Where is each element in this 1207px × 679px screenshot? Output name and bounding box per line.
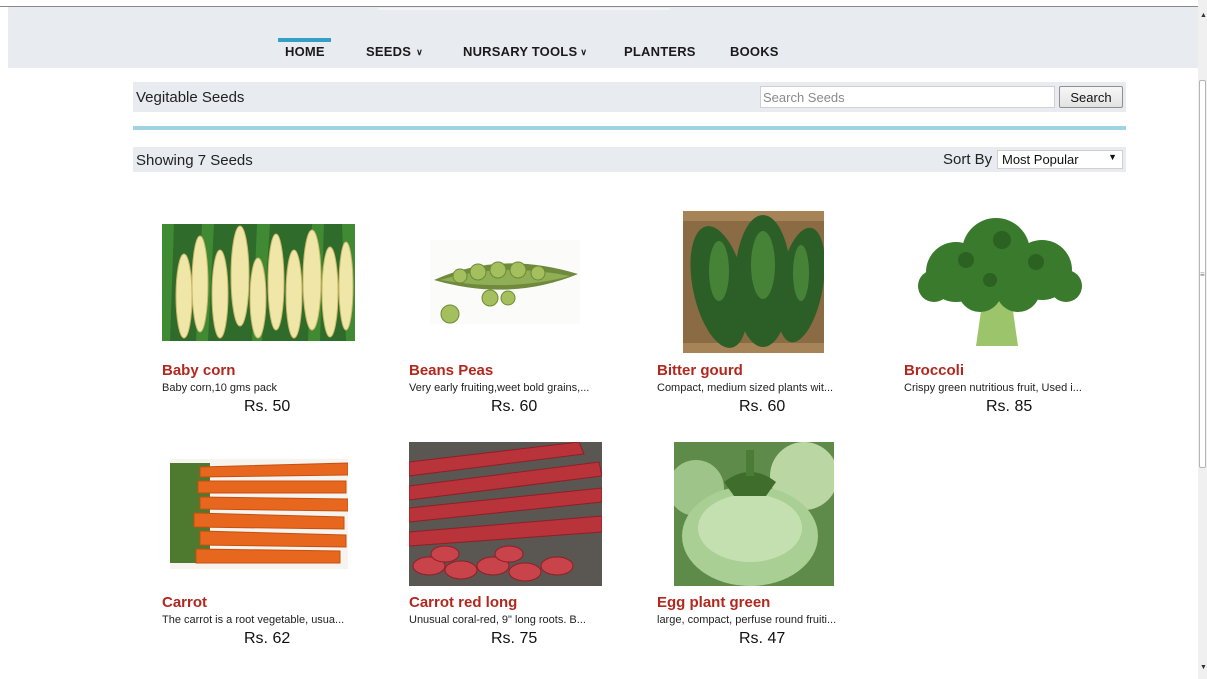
product-card[interactable]: Bitter gourd Compact, medium sized plant…: [657, 200, 887, 420]
product-description: Unusual coral-red, 9" long roots. B...: [409, 614, 586, 626]
pea-pod-image[interactable]: [430, 240, 580, 324]
product-description: The carrot is a root vegetable, usua...: [162, 614, 345, 626]
scroll-grip-icon: ≡: [1200, 270, 1205, 279]
product-price: Rs. 50: [244, 398, 291, 415]
scroll-down-arrow-icon[interactable]: ▼: [1200, 664, 1207, 671]
product-card[interactable]: Carrot The carrot is a root vegetable, u…: [162, 432, 392, 652]
nav-planters[interactable]: PLANTERS: [624, 44, 696, 59]
category-title: Vegitable Seeds: [136, 89, 245, 106]
product-price: Rs. 75: [491, 630, 538, 647]
nav-home-label: HOME: [285, 44, 325, 59]
product-name[interactable]: Baby corn: [162, 362, 235, 379]
product-card[interactable]: Baby corn Baby corn,10 gms pack Rs. 50: [162, 200, 392, 420]
product-description: Compact, medium sized plants wit...: [657, 382, 834, 394]
nav-planters-label: PLANTERS: [624, 44, 696, 59]
nav-nursary-tools-label: NURSARY TOOLS: [463, 44, 578, 59]
chevron-down-icon: ∨: [416, 47, 423, 57]
bitter-gourd-image[interactable]: [683, 211, 824, 353]
sort-selected-value: Most Popular: [1002, 152, 1079, 167]
green-eggplant-image[interactable]: [674, 442, 834, 586]
product-price: Rs. 60: [491, 398, 538, 415]
sort-select[interactable]: Most Popular ▼: [997, 150, 1123, 169]
product-price: Rs. 62: [244, 630, 291, 647]
window-top-highlight: [378, 8, 670, 10]
category-header-bar: Vegitable Seeds Search: [133, 82, 1126, 112]
listing-toolbar: Showing 7 Seeds Sort By Most Popular ▼: [133, 147, 1126, 172]
search-button[interactable]: Search: [1059, 86, 1123, 108]
product-name[interactable]: Carrot red long: [409, 594, 517, 611]
sort-label: Sort By: [943, 151, 993, 168]
product-name[interactable]: Carrot: [162, 594, 207, 611]
product-price: Rs. 47: [739, 630, 786, 647]
product-name[interactable]: Beans Peas: [409, 362, 493, 379]
product-card[interactable]: Broccoli Crispy green nutritious fruit, …: [904, 200, 1134, 420]
nav-nursary-tools[interactable]: NURSARY TOOLS ∨: [463, 44, 587, 59]
product-name[interactable]: Broccoli: [904, 362, 964, 379]
product-description: Baby corn,10 gms pack: [162, 382, 277, 394]
nav-active-indicator: [278, 38, 331, 42]
product-card[interactable]: Beans Peas Very early fruiting,weet bold…: [409, 200, 639, 420]
nav-books[interactable]: BOOKS: [730, 44, 779, 59]
top-navigation-bar: [8, 7, 1198, 68]
product-description: Very early fruiting,weet bold grains,...: [409, 382, 590, 394]
section-divider: [133, 126, 1126, 130]
chevron-down-icon: ∨: [580, 47, 588, 57]
product-price: Rs. 60: [739, 398, 786, 415]
search-input[interactable]: [760, 86, 1055, 108]
product-name[interactable]: Egg plant green: [657, 594, 770, 611]
scroll-up-arrow-icon[interactable]: ▲: [1200, 12, 1207, 19]
carrot-image[interactable]: [170, 459, 348, 569]
nav-seeds[interactable]: SEEDS ∨: [366, 44, 423, 59]
nav-home[interactable]: HOME: [285, 44, 325, 59]
product-name[interactable]: Bitter gourd: [657, 362, 743, 379]
product-description: Crispy green nutritious fruit, Used i...: [904, 382, 1082, 394]
results-count: Showing 7 Seeds: [136, 152, 253, 169]
nav-seeds-label: SEEDS: [366, 44, 412, 59]
baby-corn-image[interactable]: [162, 224, 355, 341]
product-description: large, compact, perfuse round fruiti...: [657, 614, 837, 626]
dropdown-caret-icon: ▼: [1108, 152, 1117, 162]
product-card[interactable]: Carrot red long Unusual coral-red, 9" lo…: [409, 432, 639, 652]
product-price: Rs. 85: [986, 398, 1033, 415]
broccoli-image[interactable]: [906, 210, 1094, 354]
red-carrot-image[interactable]: [409, 442, 602, 586]
nav-books-label: BOOKS: [730, 44, 779, 59]
product-card[interactable]: Egg plant green large, compact, perfuse …: [657, 432, 887, 652]
